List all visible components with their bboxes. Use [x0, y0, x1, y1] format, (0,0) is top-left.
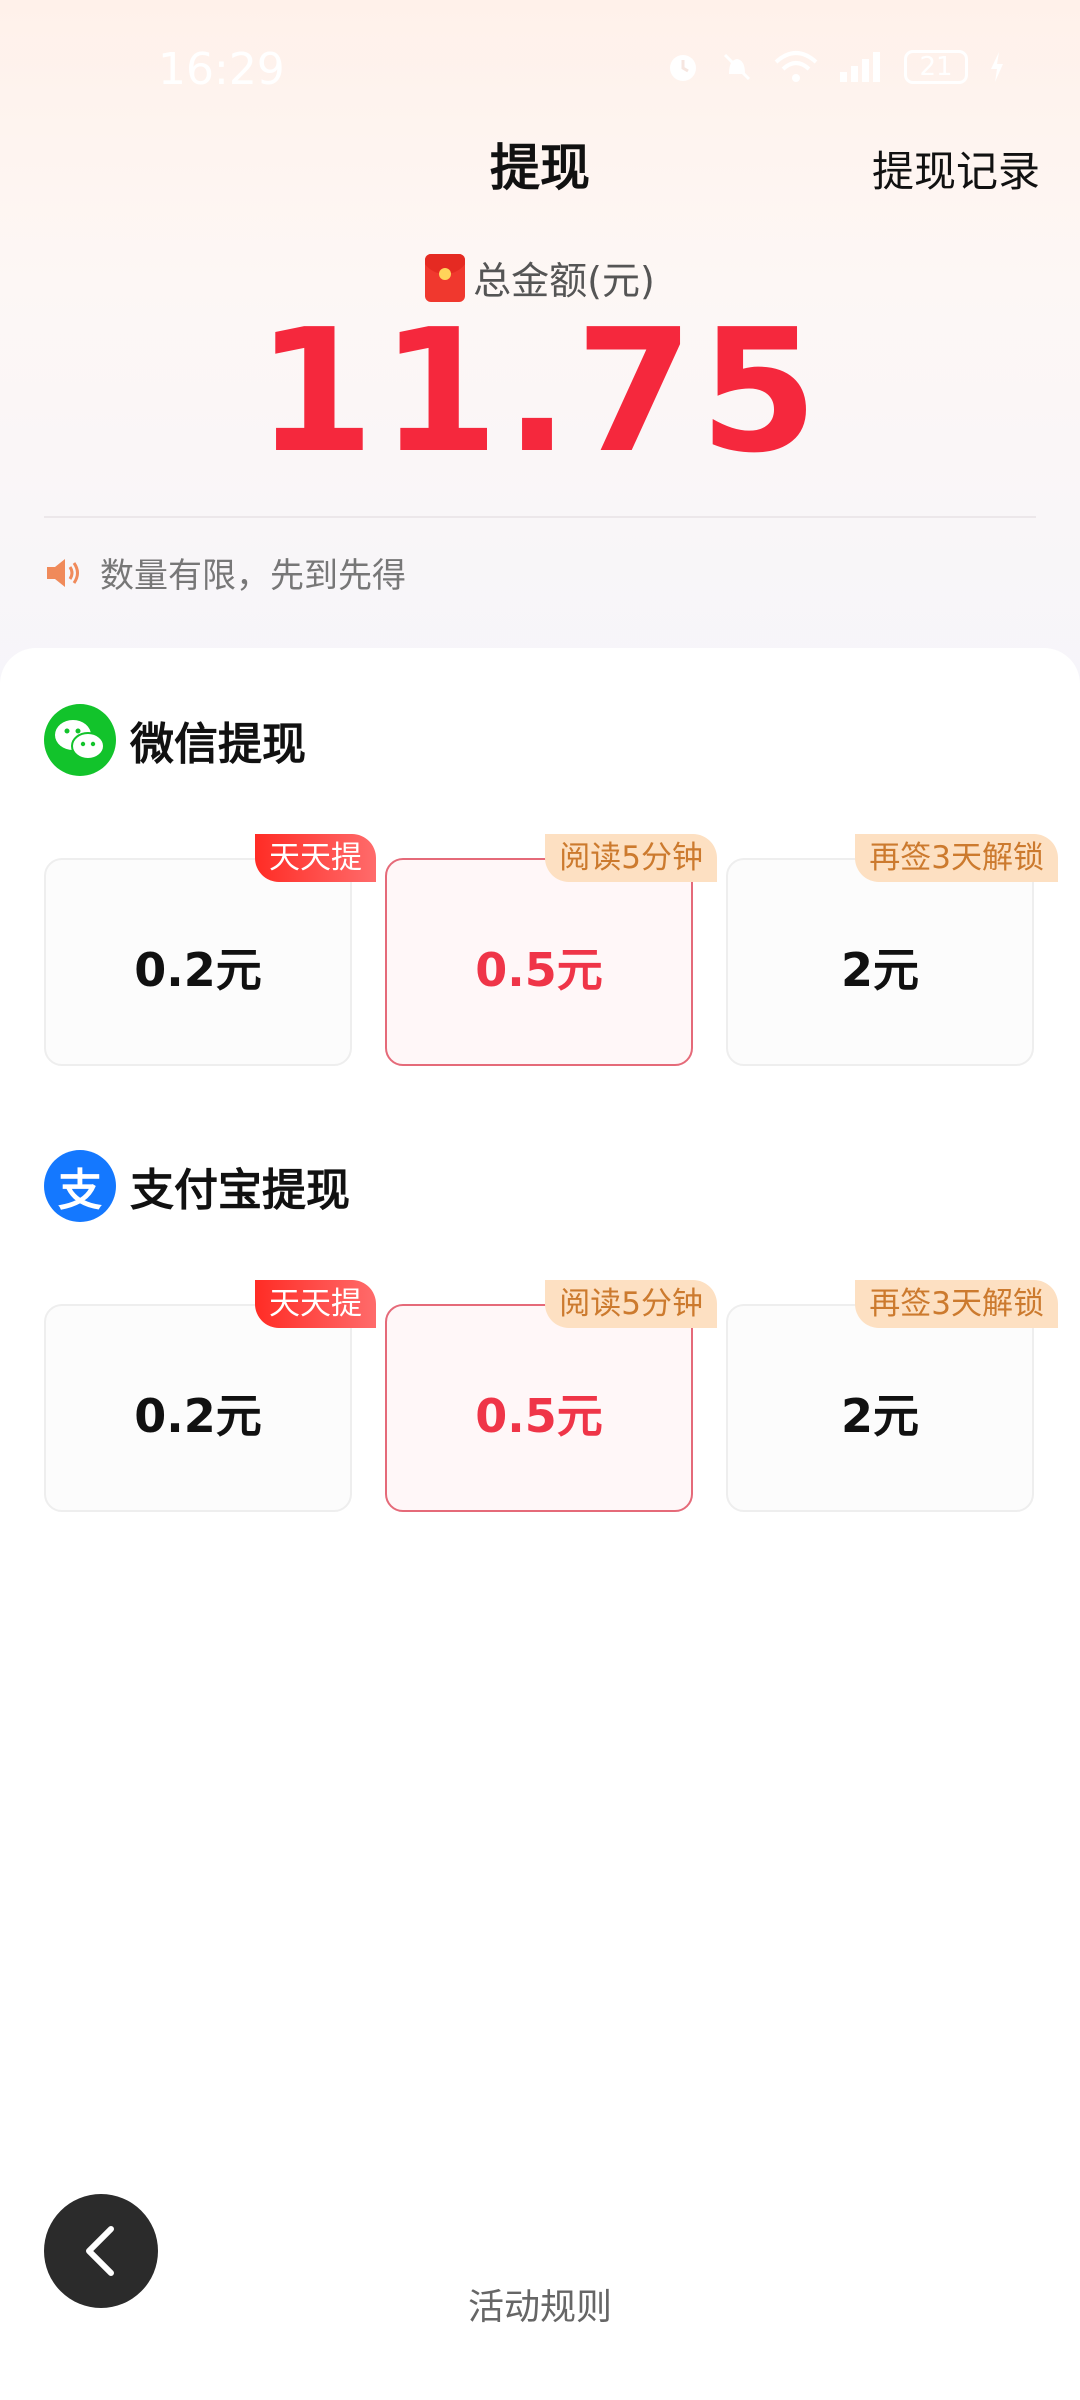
option-value: 0.5元 [475, 1389, 603, 1443]
alipay-options: 天天提 0.2元 阅读5分钟 0.5元 再签3天解锁 2元 [44, 1280, 1058, 1514]
alarm-icon [670, 55, 696, 81]
alipay-section-title: 支付宝提现 [130, 1165, 350, 1216]
wechat-section-header: 微信提现 [44, 704, 306, 776]
chevron-left-icon [86, 2226, 114, 2276]
wifi-icon [774, 51, 818, 82]
option-value: 2元 [840, 1389, 919, 1443]
status-time: 16:29 [158, 44, 285, 95]
alipay-section-header: 支 支付宝提现 [44, 1150, 350, 1222]
wechat-option-2[interactable]: 再签3天解锁 2元 [726, 834, 1058, 1066]
option-tag: 阅读5分钟 [545, 1280, 717, 1328]
option-tag: 再签3天解锁 [855, 1280, 1058, 1328]
withdraw-record-link[interactable]: 提现记录 [872, 138, 1040, 199]
notice-row: 数量有限，先到先得 [44, 548, 406, 597]
withdraw-options-card: 微信提现 天天提 0.2元 阅读5分钟 0.5元 再签3天解锁 2元 支 支付宝… [0, 648, 1080, 2400]
option-tag: 天天提 [255, 834, 376, 882]
wechat-section-title: 微信提现 [130, 719, 306, 770]
option-value: 0.2元 [134, 1389, 262, 1443]
balance-amount: 11.75 [256, 293, 824, 491]
alipay-option-2[interactable]: 再签3天解锁 2元 [726, 1280, 1058, 1512]
speaker-icon [47, 558, 79, 587]
divider [44, 516, 1036, 518]
option-tag: 阅读5分钟 [545, 834, 717, 882]
battery-icon: 21 [904, 50, 968, 84]
charging-icon [991, 52, 1003, 82]
option-value: 0.2元 [134, 943, 262, 997]
wechat-option-0-5[interactable]: 阅读5分钟 0.5元 [385, 834, 717, 1066]
option-value: 2元 [840, 943, 919, 997]
option-value: 0.5元 [475, 943, 603, 997]
notice-text: 数量有限，先到先得 [100, 556, 406, 596]
status-bar: 16:29 21 [0, 0, 1080, 140]
wechat-icon [44, 704, 116, 776]
wechat-option-0-2[interactable]: 天天提 0.2元 [44, 834, 376, 1066]
wechat-options: 天天提 0.2元 阅读5分钟 0.5元 再签3天解锁 2元 [44, 834, 1058, 1068]
activity-rules-link[interactable]: 活动规则 [0, 2278, 1080, 2330]
alipay-icon: 支 [44, 1150, 116, 1222]
alipay-option-0-2[interactable]: 天天提 0.2元 [44, 1280, 376, 1512]
mute-icon [723, 53, 751, 81]
status-icons: 21 [666, 50, 1006, 84]
signal-icon [840, 52, 880, 82]
option-tag: 天天提 [255, 1280, 376, 1328]
option-tag: 再签3天解锁 [855, 834, 1058, 882]
alipay-option-0-5[interactable]: 阅读5分钟 0.5元 [385, 1280, 717, 1512]
